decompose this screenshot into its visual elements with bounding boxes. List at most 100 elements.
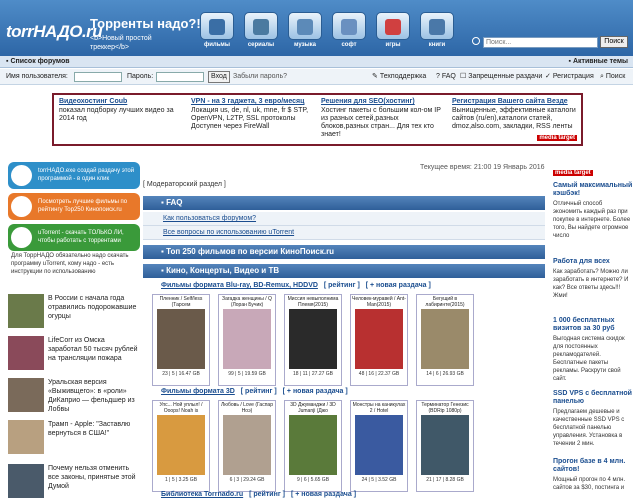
film-poster xyxy=(157,415,205,475)
site-logo[interactable]: torrНАДО.ru xyxy=(6,22,103,42)
cinema-header[interactable]: ▪ Кино, Концерты, Видео и ТВ xyxy=(143,264,545,278)
film-poster xyxy=(355,309,403,369)
category-software[interactable]: софт xyxy=(328,12,370,52)
site-subtitle: <b>Новый простой треккер</b> xyxy=(90,35,152,51)
news-thumbnail xyxy=(8,420,44,454)
film-poster xyxy=(223,309,271,369)
software-icon xyxy=(332,12,366,40)
film-poster xyxy=(289,415,337,475)
search-button[interactable]: Поиск xyxy=(600,36,628,48)
film-reel-icon xyxy=(11,196,32,217)
film-card[interactable]: Загадка женщины / Q (Лоран Бучик) 99 | 5… xyxy=(218,294,276,386)
site-slogan: Торренты надо?! xyxy=(90,16,201,31)
film-grid: Упс... Ной уплыл! / Ooops! Noah is 1 | 5… xyxy=(152,400,542,492)
film-card[interactable]: Монстры на каникулах 2 / Hotel 24 | 5 | … xyxy=(350,400,408,492)
password-field[interactable] xyxy=(156,72,204,82)
right-ad-title[interactable]: Самый максимальный кэшбэк! xyxy=(553,182,633,198)
section-bluray: Фильмы формата Blu-ray, BD-Remux, HDDVD … xyxy=(161,282,431,289)
news-item[interactable]: В России с начала года отравились подоро… xyxy=(8,294,140,332)
moderators-link[interactable]: [ Модераторский раздел ] xyxy=(143,181,226,188)
news-item[interactable]: Почему нельзя отменить все законы, приня… xyxy=(8,464,140,500)
torrnado-icon xyxy=(11,165,32,186)
forum-list-link[interactable]: ▪ Список форумов xyxy=(6,56,70,67)
film-poster xyxy=(157,309,205,369)
news-thumbnail xyxy=(8,378,44,412)
promo-button-create[interactable]: torrНАДО.exe создай раздачу этой програм… xyxy=(8,162,140,189)
tv-icon xyxy=(244,12,278,40)
section-3d: Фильмы формата 3D [ рейтинг ] [ + новая … xyxy=(161,388,348,395)
forgot-password-link[interactable]: Забыли пароль? xyxy=(233,69,287,84)
film-poster xyxy=(289,309,337,369)
right-ad-text: Мощный прогон по 4 млн. сайтов за $30, п… xyxy=(553,477,626,491)
search-input[interactable]: Поиск... xyxy=(483,37,598,48)
faq-header[interactable]: ▪ FAQ xyxy=(143,196,545,210)
film-poster xyxy=(223,415,271,475)
new-release-link[interactable]: [ + новая раздача ] xyxy=(283,388,348,395)
film-card[interactable]: 3D Джуманджи / 3D Jumanji (Джо 9 | 6 | 5… xyxy=(284,400,342,492)
film-card[interactable]: Бегущий в лабиринте(2015) 14 | 6 | 26.93… xyxy=(416,294,474,386)
promo-button-utorrent[interactable]: uTorrent - скачать ТОЛЬКО ЛИ, чтобы рабо… xyxy=(8,224,140,251)
username-field[interactable] xyxy=(74,72,122,82)
ad-item[interactable]: Регистрация Вашего сайта Везде Вынищенные… xyxy=(452,98,577,131)
faq-link[interactable]: ? FAQ xyxy=(436,69,456,84)
promo-button-top250[interactable]: Посмотреть лучшие фильмы по рейтингу Top… xyxy=(8,193,140,220)
news-thumbnail xyxy=(8,294,44,328)
film-card[interactable]: Человек-муравей / Ant-Man(2015) 48 | 16 … xyxy=(350,294,408,386)
right-ad-title[interactable]: Работа для всех xyxy=(553,258,633,266)
tech-support-link[interactable]: ✎ Техподдержка xyxy=(372,69,426,84)
category-series[interactable]: сериалы xyxy=(240,12,282,52)
utorrent-icon xyxy=(11,227,32,248)
rating-link[interactable]: [ рейтинг ] xyxy=(324,282,360,289)
right-ad-title[interactable]: Прогон базе в 4 млн. сайтов! xyxy=(553,458,633,474)
register-link[interactable]: ✓ Регистрация xyxy=(545,69,594,84)
news-item[interactable]: Трамп - Apple: "Заставлю вернуться в США… xyxy=(8,420,140,458)
ad-item[interactable]: VPN - на 3 гаджета, 3 евро/месяц Локация … xyxy=(191,98,316,131)
category-games[interactable]: игры xyxy=(372,12,414,52)
site-search-link[interactable]: ⌕ Поиск xyxy=(600,69,625,84)
faq-row[interactable]: Как пользоваться форумом? xyxy=(143,212,545,226)
right-ad-title[interactable]: 1 000 бесплатных визитов за 30 руб xyxy=(553,317,633,333)
password-label: Пароль: xyxy=(127,73,154,80)
right-ad-text: Выгодная система скидок для постоянных р… xyxy=(553,336,625,382)
category-music[interactable]: музыка xyxy=(284,12,326,52)
film-card[interactable]: Терминатор Генезис (BDRip 1080p) 21 | 17… xyxy=(416,400,474,492)
ad-item[interactable]: Видеохостинг Coub показал подборку лучших… xyxy=(59,98,184,123)
active-topics-link[interactable]: ▪ Активные темы xyxy=(569,56,628,67)
news-thumbnail xyxy=(8,336,44,370)
news-item[interactable]: LifeCorr из Омска заработал 50 тысяч руб… xyxy=(8,336,140,374)
ad-tag: media target xyxy=(537,135,577,141)
ad-tag: media target xyxy=(553,170,593,176)
banned-link[interactable]: ☐ Запрещенные раздачи xyxy=(460,69,542,84)
film-card[interactable]: Упс... Ной уплыл! / Ooops! Noah is 1 | 5… xyxy=(152,400,210,492)
news-thumbnail xyxy=(8,464,44,498)
film-poster xyxy=(355,415,403,475)
login-button[interactable]: Вход xyxy=(208,71,230,83)
category-books[interactable]: книги xyxy=(416,12,458,52)
right-ad-text: Как заработать? Можно ли заработать в ин… xyxy=(553,269,629,299)
rating-link[interactable]: [ рейтинг ] xyxy=(241,388,277,395)
right-ad-title[interactable]: SSD VPS с бесплатной панелью xyxy=(553,390,633,406)
new-release-link[interactable]: [ + новая раздача ] xyxy=(366,282,431,289)
login-bar: Имя пользователя: Пароль: Вход Забыли па… xyxy=(0,69,633,85)
music-icon xyxy=(288,12,322,40)
new-release-link[interactable]: [ + новая раздача ] xyxy=(291,491,356,498)
film-card[interactable]: Любовь / Love (Гаспар Ноэ) 6 | 3 | 29.24… xyxy=(218,400,276,492)
top250-header[interactable]: ▪ Топ 250 фильмов по версии КиноПоиск.ru xyxy=(143,245,545,259)
right-ad-text: Предлагаем дешевые и качественные SSD VP… xyxy=(553,409,625,447)
faq-row[interactable]: Все вопросы по использованию uTorrent xyxy=(143,226,545,240)
category-films[interactable]: фильмы xyxy=(196,12,238,52)
nav-bar: ▪ Список форумов ▪ Активные темы xyxy=(0,56,633,68)
current-time: Текущее время: 21:00 19 Январь 2016 xyxy=(420,164,545,171)
film-grid: Пленник / Self/less (Тарсем 23 | 5 | 16.… xyxy=(152,294,542,386)
ad-banner: Видеохостинг Coub показал подборку лучших… xyxy=(52,93,583,146)
search-icon xyxy=(472,37,480,45)
news-item[interactable]: Уральская версия «Выживщего»: в «роли» Д… xyxy=(8,378,140,416)
rating-link[interactable]: [ рейтинг ] xyxy=(249,491,285,498)
film-card[interactable]: Миссия невыполнима Племя(2015) 18 | 11 |… xyxy=(284,294,342,386)
username-label: Имя пользователя: xyxy=(6,73,68,80)
book-icon xyxy=(420,12,454,40)
ad-item[interactable]: Решения для SEO(хостинг) Хостинг пакеты с… xyxy=(321,98,446,139)
film-card[interactable]: Пленник / Self/less (Тарсем 23 | 5 | 16.… xyxy=(152,294,210,386)
film-icon xyxy=(200,12,234,40)
film-poster xyxy=(421,309,469,369)
